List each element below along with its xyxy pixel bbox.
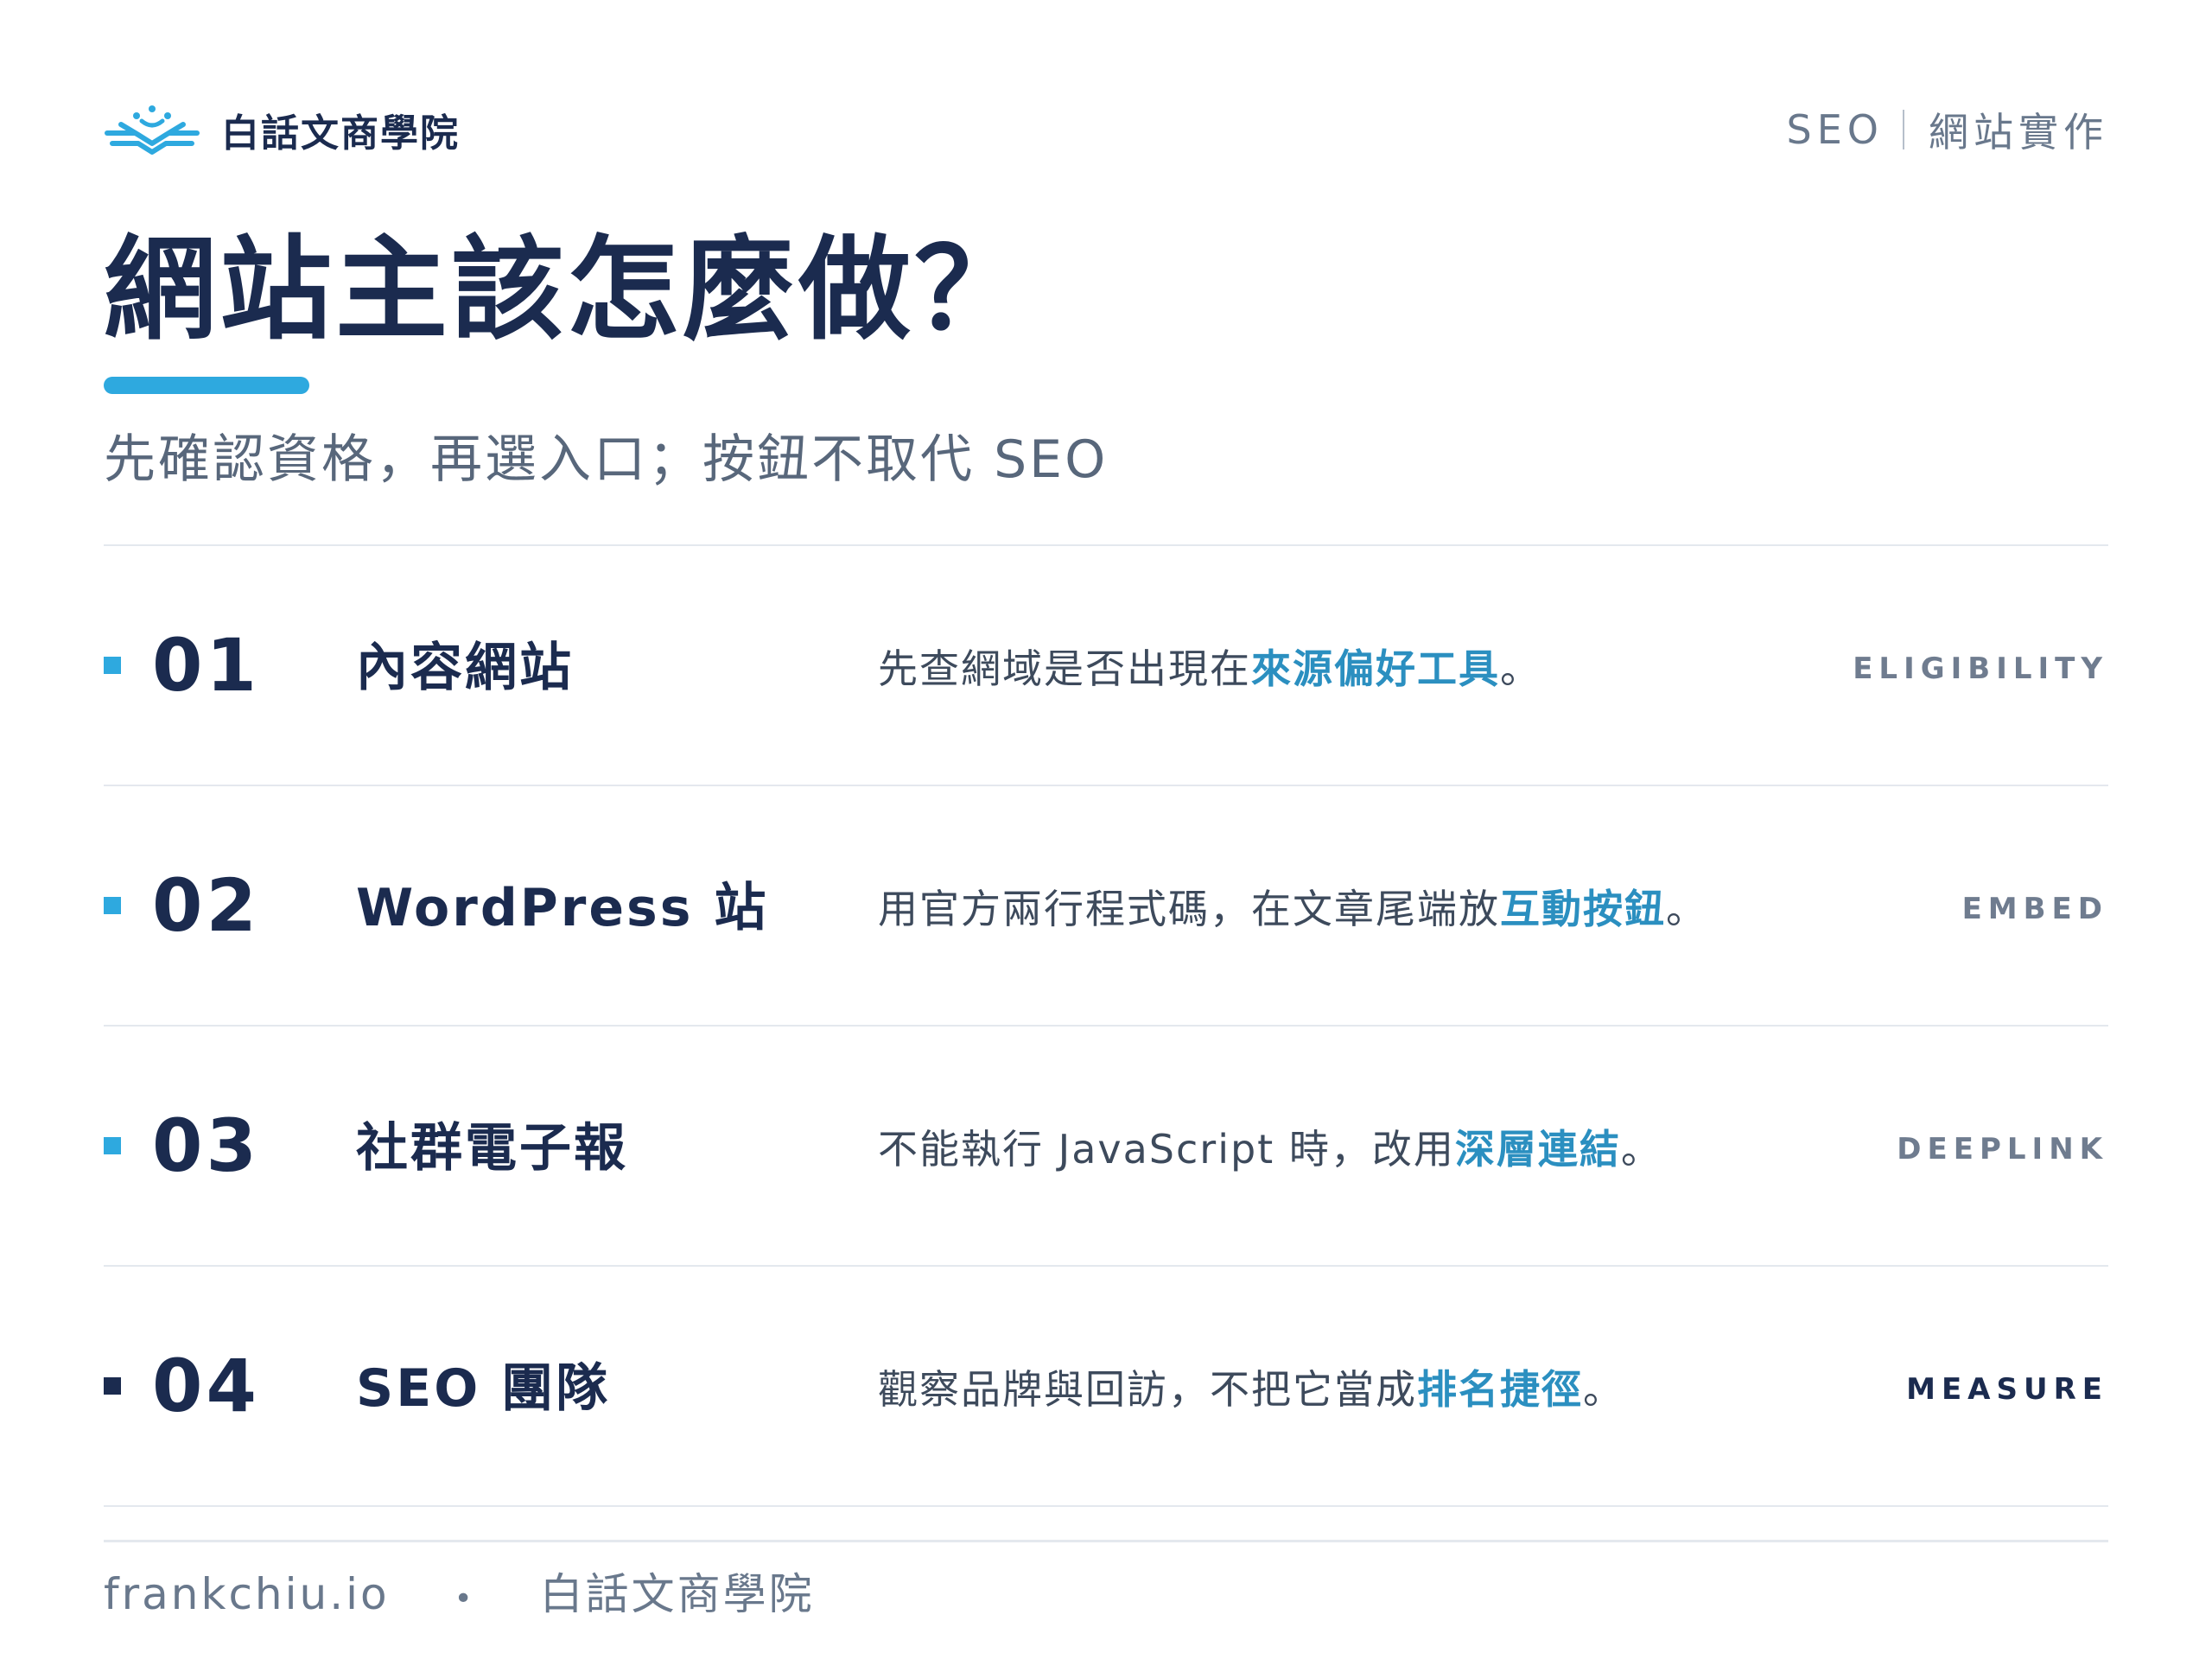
step-name: SEO 團隊 <box>356 1358 611 1419</box>
footer-separator: • <box>454 1581 475 1617</box>
step-tag: MEASURE <box>1906 1372 2108 1407</box>
open-book-logo-icon <box>105 105 200 155</box>
list-item: 03 社群電子報 不能執行 JavaScript 時，改用深層連結。 DEEPL… <box>104 1027 2108 1267</box>
step-tag: EMBED <box>1961 892 2108 926</box>
topic-divider <box>1903 110 1904 149</box>
desc-highlight: 排名捷徑 <box>1417 1366 1583 1413</box>
list-item: 02 WordPress 站 用官方兩行程式碼，在文章尾端放互動按鈕。 EMBE… <box>104 786 2108 1027</box>
square-bullet-icon <box>104 897 121 914</box>
list-item: 01 內容網站 先查網域是否出現在來源偏好工具。 ELIGIBILITY <box>104 546 2108 786</box>
step-name: 社群電子報 <box>356 1118 628 1179</box>
step-description: 不能執行 JavaScript 時，改用深層連結。 <box>878 1123 1662 1175</box>
desc-end: 。 <box>1620 1126 1662 1173</box>
step-name: 內容網站 <box>356 638 574 698</box>
step-number: 01 <box>152 623 260 708</box>
topic-primary: SEO <box>1786 106 1884 153</box>
list-item: 04 SEO 團隊 觀察品牌與回訪，不把它當成排名捷徑。 MEASURE <box>104 1267 2108 1507</box>
square-bullet-icon <box>104 1137 121 1154</box>
step-description: 先查網域是否出現在來源偏好工具。 <box>878 643 1541 695</box>
square-bullet-icon <box>104 1377 121 1395</box>
desc-highlight: 來源偏好工具 <box>1251 645 1500 692</box>
header: 白話文商學院 SEO 網站實作 <box>104 95 2108 164</box>
footer-brand: 白話文商學院 <box>539 1569 815 1619</box>
step-tag: ELIGIBILITY <box>1853 652 2108 686</box>
desc-highlight: 深層連結 <box>1454 1126 1621 1173</box>
square-bullet-icon <box>104 657 121 674</box>
brand[interactable]: 白話文商學院 <box>104 95 460 164</box>
title-underline <box>104 377 309 394</box>
topic-secondary: 網站實作 <box>1929 109 2108 156</box>
step-number: 04 <box>152 1344 260 1428</box>
footer-divider <box>104 1540 2108 1542</box>
footer: frankchiu.io • 白話文商學院 <box>104 1564 815 1630</box>
topic-label: SEO 網站實作 <box>1787 95 2108 164</box>
desc-text: 不能執行 JavaScript 時，改用 <box>878 1126 1455 1173</box>
page-subtitle: 先確認資格，再選入口；按鈕不取代 SEO <box>104 429 1109 490</box>
footer-site-link[interactable]: frankchiu.io <box>104 1569 390 1619</box>
desc-end: 。 <box>1500 645 1541 692</box>
step-number: 03 <box>152 1103 260 1188</box>
desc-highlight: 互動按鈕 <box>1500 886 1666 932</box>
desc-end: 。 <box>1666 886 1707 932</box>
desc-text: 觀察品牌與回訪，不把它當成 <box>878 1366 1417 1413</box>
desc-text: 先查網域是否出現在 <box>878 645 1251 692</box>
step-description: 觀察品牌與回訪，不把它當成排名捷徑。 <box>878 1363 1624 1415</box>
step-number: 02 <box>152 863 260 948</box>
desc-text: 用官方兩行程式碼，在文章尾端放 <box>878 886 1500 932</box>
brand-name: 白話文商學院 <box>221 111 460 156</box>
step-tag: DEEPLINK <box>1897 1132 2108 1166</box>
page-title: 網站主該怎麼做？ <box>104 224 1031 355</box>
step-name: WordPress 站 <box>356 878 769 938</box>
desc-end: 。 <box>1583 1366 1624 1413</box>
step-description: 用官方兩行程式碼，在文章尾端放互動按鈕。 <box>878 883 1707 935</box>
step-list: 01 內容網站 先查網域是否出現在來源偏好工具。 ELIGIBILITY 02 … <box>104 544 2108 1507</box>
